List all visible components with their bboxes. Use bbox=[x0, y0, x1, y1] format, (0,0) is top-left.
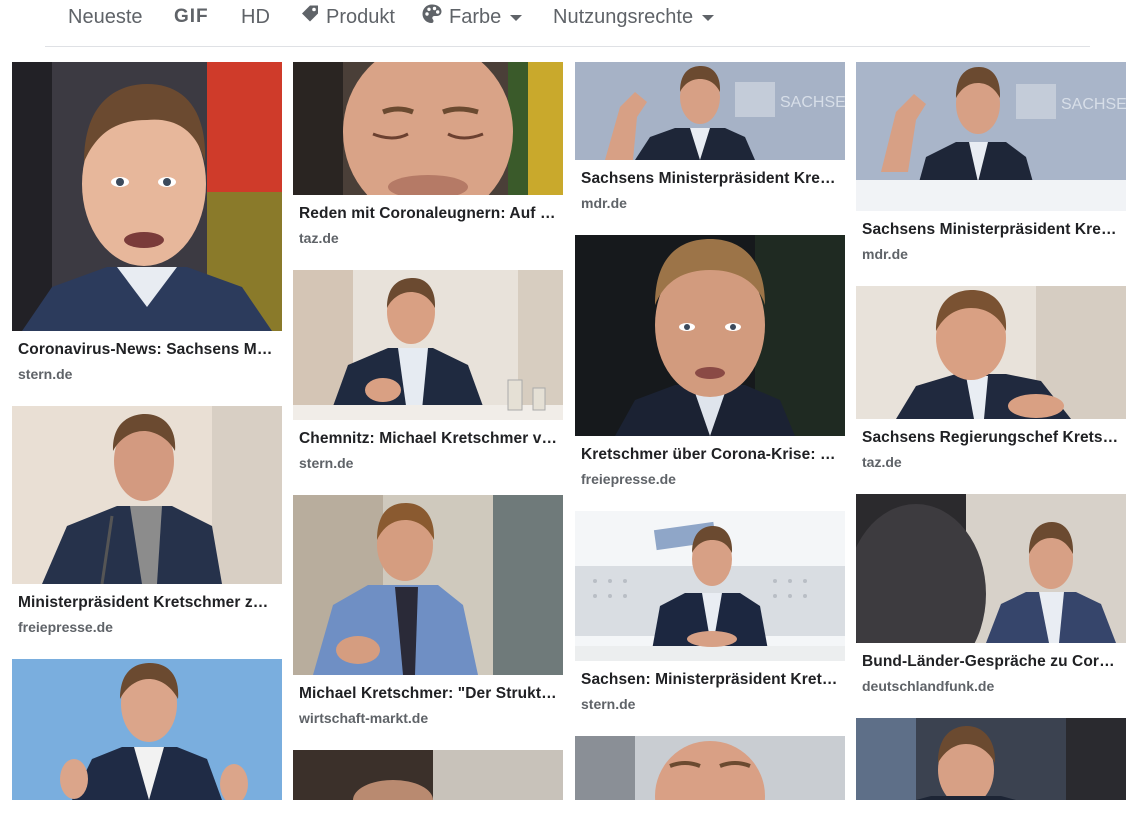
image-thumbnail[interactable] bbox=[12, 62, 282, 331]
filter-gif-label: GIF bbox=[174, 6, 209, 27]
filter-usage-rights-label: Nutzungsrechte bbox=[553, 5, 694, 28]
result-title[interactable]: Chemnitz: Michael Kretschmer ve… bbox=[293, 430, 557, 448]
image-result[interactable]: Michael Kretschmer: "Der Struktur… wirts… bbox=[293, 495, 563, 726]
image-thumbnail[interactable] bbox=[856, 718, 1126, 800]
filter-gif[interactable]: GIF bbox=[174, 4, 209, 30]
result-title[interactable]: Sachsens Ministerpräsident Krets… bbox=[575, 170, 839, 188]
filter-color-label: Farbe bbox=[449, 5, 502, 28]
filter-newest-label: Neueste bbox=[68, 5, 143, 28]
result-source[interactable]: stern.de bbox=[575, 696, 845, 712]
image-thumbnail[interactable] bbox=[856, 286, 1126, 419]
filter-hd[interactable]: HD bbox=[241, 4, 270, 30]
result-title[interactable]: Coronavirus-News: Sachsens Min… bbox=[12, 341, 276, 359]
image-thumbnail[interactable] bbox=[293, 62, 563, 195]
filter-product-label: Produkt bbox=[326, 5, 395, 28]
result-source[interactable]: freiepresse.de bbox=[12, 619, 282, 635]
result-source[interactable]: stern.de bbox=[293, 455, 563, 471]
result-title[interactable]: Bund-Länder-Gespräche zu Coron… bbox=[856, 653, 1120, 671]
image-result[interactable]: SACHSEN Sachsens Ministerpräsident Krets… bbox=[856, 62, 1126, 262]
result-title[interactable]: Sachsen: Ministerpräsident Krets… bbox=[575, 671, 839, 689]
image-result[interactable] bbox=[856, 718, 1126, 817]
result-source[interactable]: taz.de bbox=[293, 230, 563, 246]
filter-product[interactable]: Produkt bbox=[300, 4, 395, 30]
image-thumbnail[interactable]: SACHSEN bbox=[856, 62, 1126, 211]
image-result[interactable]: Sachsens Regierungschef Kretsc… taz.de bbox=[856, 286, 1126, 470]
image-thumbnail[interactable]: SACHSEN bbox=[575, 62, 845, 160]
result-source[interactable]: freiepresse.de bbox=[575, 471, 845, 487]
image-thumbnail[interactable] bbox=[575, 511, 845, 661]
filter-color[interactable]: Farbe bbox=[421, 3, 523, 31]
filter-hd-label: HD bbox=[241, 5, 270, 28]
image-result[interactable]: Bund-Länder-Gespräche zu Coron… deutschl… bbox=[856, 494, 1126, 694]
image-result[interactable] bbox=[12, 659, 282, 817]
result-title[interactable]: Michael Kretschmer: "Der Struktur… bbox=[293, 685, 557, 703]
image-result[interactable]: Coronavirus-News: Sachsens Min… stern.de bbox=[12, 62, 282, 382]
palette-icon bbox=[421, 3, 443, 31]
chevron-down-icon bbox=[510, 15, 523, 21]
image-result[interactable]: Sachsen: Ministerpräsident Krets… stern.… bbox=[575, 511, 845, 712]
filter-newest[interactable]: Neueste bbox=[68, 4, 143, 30]
image-result[interactable]: SACHSEN Sachsens Ministerpräsident Krets… bbox=[575, 62, 845, 211]
result-title[interactable]: Sachsens Regierungschef Kretsc… bbox=[856, 429, 1120, 447]
svg-text:SACHSEN: SACHSEN bbox=[780, 94, 845, 111]
filter-usage-rights[interactable]: Nutzungsrechte bbox=[553, 4, 715, 30]
result-title[interactable]: Reden mit Coronaleugnern: Auf d… bbox=[293, 205, 557, 223]
image-thumbnail[interactable] bbox=[856, 494, 1126, 643]
image-thumbnail[interactable] bbox=[12, 659, 282, 800]
result-source[interactable]: mdr.de bbox=[575, 195, 845, 211]
search-tools-bar: Neueste GIF HD Produkt Farbe Nutzungsrec… bbox=[0, 0, 1135, 34]
result-title[interactable]: Kretschmer über Corona-Krise: "… bbox=[575, 446, 839, 464]
image-result[interactable] bbox=[293, 750, 563, 817]
result-source[interactable]: taz.de bbox=[856, 454, 1126, 470]
tag-icon bbox=[300, 4, 320, 30]
image-thumbnail[interactable] bbox=[293, 270, 563, 420]
image-thumbnail[interactable] bbox=[293, 750, 563, 800]
image-thumbnail[interactable] bbox=[575, 736, 845, 800]
image-thumbnail[interactable] bbox=[575, 235, 845, 436]
image-result[interactable]: Kretschmer über Corona-Krise: "… freiepr… bbox=[575, 235, 845, 487]
result-title[interactable]: Ministerpräsident Kretschmer zur… bbox=[12, 594, 276, 612]
image-thumbnail[interactable] bbox=[293, 495, 563, 675]
result-source[interactable]: mdr.de bbox=[856, 246, 1126, 262]
image-result[interactable]: Reden mit Coronaleugnern: Auf d… taz.de bbox=[293, 62, 563, 246]
result-source[interactable]: wirtschaft-markt.de bbox=[293, 710, 563, 726]
result-title[interactable]: Sachsens Ministerpräsident Krets… bbox=[856, 221, 1120, 239]
image-result[interactable] bbox=[575, 736, 845, 817]
chevron-down-icon bbox=[702, 15, 715, 21]
image-thumbnail[interactable] bbox=[12, 406, 282, 584]
svg-text:SACHSEN: SACHSEN bbox=[1061, 96, 1126, 113]
image-result[interactable]: Chemnitz: Michael Kretschmer ve… stern.d… bbox=[293, 270, 563, 471]
toolbar-divider bbox=[45, 46, 1090, 47]
result-source[interactable]: deutschlandfunk.de bbox=[856, 678, 1126, 694]
image-result[interactable]: Ministerpräsident Kretschmer zur… freiep… bbox=[12, 406, 282, 635]
result-source[interactable]: stern.de bbox=[12, 366, 282, 382]
